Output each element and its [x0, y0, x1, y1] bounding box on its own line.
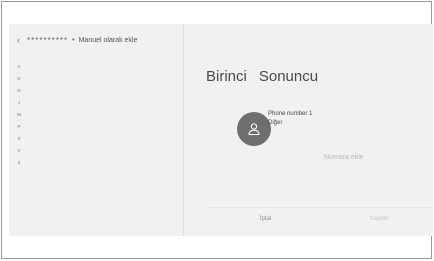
avatar[interactable] [237, 112, 271, 146]
top-bar: ‹ ********** • Manuel olarak ekle [17, 34, 137, 46]
title-separator: • [72, 36, 75, 44]
phone-number-label[interactable]: Phone number 1 [268, 111, 312, 117]
index-letter[interactable]: Z [18, 160, 21, 166]
masked-contact-name: ********** [27, 35, 69, 45]
screen-title: Manuel olarak ekle [78, 36, 138, 44]
alphabet-index[interactable]: A · D · G · J · M · P · S · V · Z [15, 64, 23, 166]
cancel-button[interactable]: İptal [260, 216, 271, 222]
person-icon [248, 123, 260, 135]
contact-edit-screen: ‹ ********** • Manuel olarak ekle A · D … [9, 24, 433, 236]
add-number-button[interactable]: Numara ekle [324, 154, 364, 161]
save-button[interactable]: Kaydet [370, 216, 389, 222]
contact-detail-pane: Birinci Sonuncu Phone number 1 Diğer Num… [184, 24, 433, 236]
last-name-field[interactable]: Sonuncu [259, 68, 318, 85]
contact-name: Birinci Sonuncu [206, 68, 318, 85]
contact-list-pane: ‹ ********** • Manuel olarak ekle A · D … [9, 24, 184, 236]
device-frame: ‹ ********** • Manuel olarak ekle A · D … [1, 1, 433, 259]
chevron-left-icon[interactable]: ‹ [17, 35, 20, 45]
phone-number-type[interactable]: Diğer [268, 120, 282, 126]
divider [209, 207, 433, 208]
first-name-field[interactable]: Birinci [206, 68, 247, 85]
